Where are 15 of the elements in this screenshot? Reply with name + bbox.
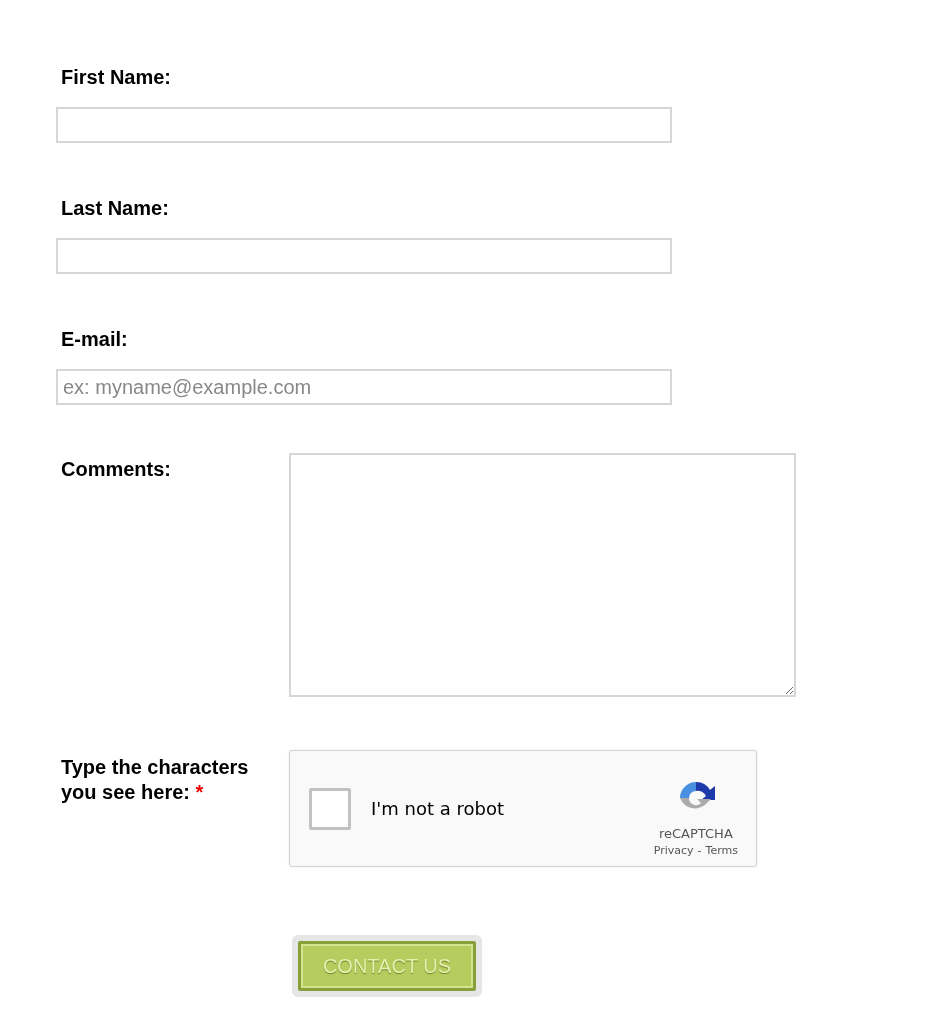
link-separator: - [697, 844, 702, 857]
field-label: Comments: [61, 457, 171, 481]
field-label: Last Name: [61, 196, 169, 220]
captcha-brand: reCAPTCHA [659, 826, 733, 841]
field-label: Type the characters you see here: * [61, 755, 250, 805]
field-label: E-mail: [61, 327, 128, 351]
captcha-text: I'm not a robot [371, 798, 505, 819]
privacy-link[interactable]: Privacy [653, 844, 694, 857]
captcha-checkbox[interactable] [309, 787, 351, 830]
terms-link[interactable]: Terms [705, 844, 738, 857]
comments-field[interactable] [289, 453, 796, 697]
input-field[interactable]: ex: myname@example.com [56, 369, 672, 405]
field-label: First Name: [61, 65, 172, 89]
input-field[interactable] [56, 107, 672, 143]
input-field[interactable] [56, 238, 672, 274]
